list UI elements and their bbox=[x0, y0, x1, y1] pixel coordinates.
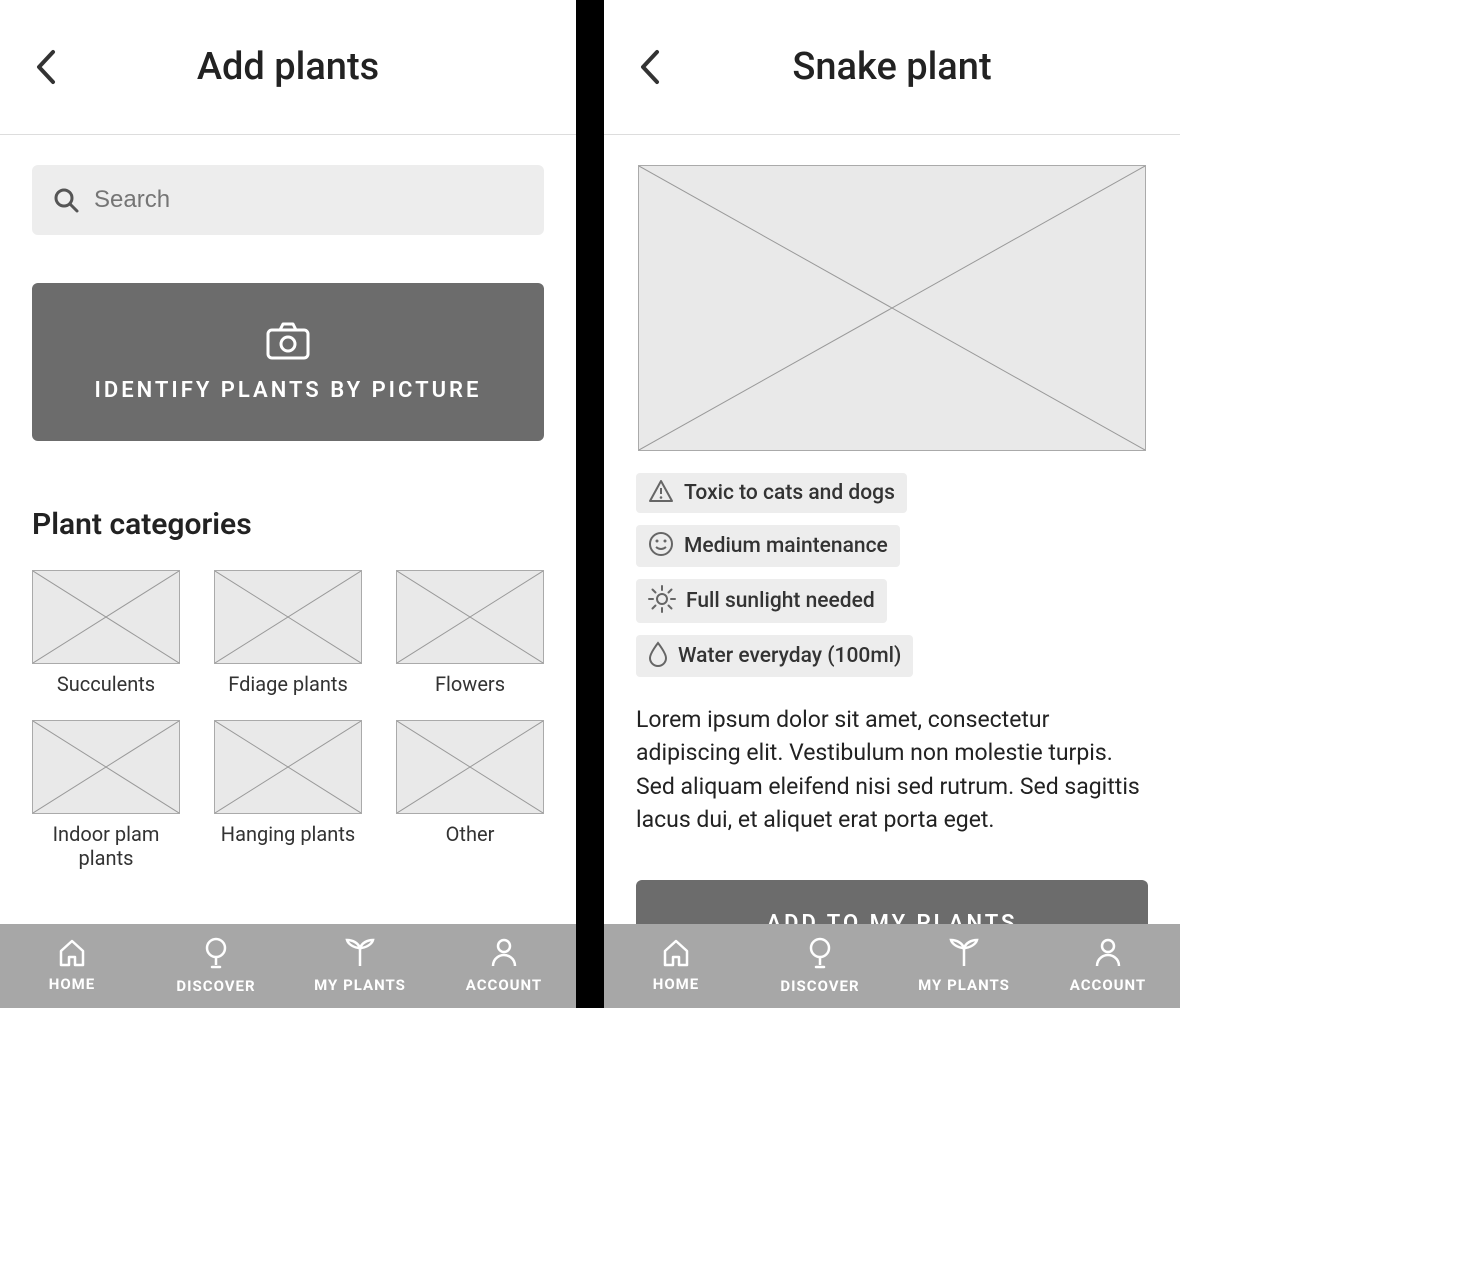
droplet-icon bbox=[648, 641, 668, 671]
chevron-left-icon bbox=[33, 48, 59, 86]
nav-item-home[interactable]: HOME bbox=[604, 924, 748, 1008]
home-icon bbox=[661, 939, 691, 971]
category-label: Indoor plam plants bbox=[32, 822, 180, 870]
back-button[interactable] bbox=[628, 45, 672, 89]
identify-button-label: IDENTIFY PLANTS BY PICTURE bbox=[95, 378, 482, 403]
plant-photo-placeholder bbox=[638, 165, 1146, 451]
categories-grid: Succulents Fdiage plants Flowers Indoor pla… bbox=[32, 570, 544, 870]
search-input[interactable] bbox=[94, 186, 524, 214]
category-item[interactable]: Fdiage plants bbox=[214, 570, 362, 696]
nav-item-my-plants[interactable]: MY PLANTS bbox=[892, 924, 1036, 1008]
nav-label: MY PLANTS bbox=[918, 976, 1010, 994]
header: Snake plant bbox=[604, 0, 1180, 135]
category-image-placeholder bbox=[32, 720, 180, 814]
category-image-placeholder bbox=[396, 720, 544, 814]
category-image-placeholder bbox=[32, 570, 180, 664]
plant-categories-heading: Plant categories bbox=[32, 507, 544, 542]
home-icon bbox=[57, 939, 87, 971]
chip-label: Full sunlight needed bbox=[686, 589, 875, 613]
content: IDENTIFY PLANTS BY PICTURE Plant categor… bbox=[0, 135, 576, 924]
category-label: Fdiage plants bbox=[228, 672, 348, 696]
nav-label: DISCOVER bbox=[176, 977, 255, 995]
person-icon bbox=[1095, 938, 1121, 972]
nav-item-account[interactable]: ACCOUNT bbox=[432, 924, 576, 1008]
chip-label: Toxic to cats and dogs bbox=[684, 481, 895, 505]
camera-icon bbox=[266, 322, 310, 360]
nav-item-discover[interactable]: DISCOVER bbox=[748, 924, 892, 1008]
smile-icon bbox=[648, 531, 674, 561]
category-image-placeholder bbox=[396, 570, 544, 664]
nav-label: HOME bbox=[49, 975, 96, 993]
category-item[interactable]: Hanging plants bbox=[214, 720, 362, 870]
category-label: Flowers bbox=[435, 672, 505, 696]
chevron-left-icon bbox=[637, 48, 663, 86]
screen-add-plants: Add plants IDENTIFY PLANTS BY PICTURE Pl… bbox=[0, 0, 576, 1008]
nav-label: HOME bbox=[653, 975, 700, 993]
info-chips: Toxic to cats and dogs Medium maintenance… bbox=[636, 473, 1148, 677]
category-image-placeholder bbox=[214, 720, 362, 814]
sun-icon bbox=[648, 585, 676, 617]
identify-by-picture-button[interactable]: IDENTIFY PLANTS BY PICTURE bbox=[32, 283, 544, 441]
header: Add plants bbox=[0, 0, 576, 135]
plant-description: Lorem ipsum dolor sit amet, consectetur … bbox=[636, 703, 1148, 836]
sprout-icon bbox=[947, 938, 981, 972]
category-item[interactable]: Other bbox=[396, 720, 544, 870]
category-image-placeholder bbox=[214, 570, 362, 664]
person-icon bbox=[491, 938, 517, 972]
nav-label: MY PLANTS bbox=[314, 976, 406, 994]
category-item[interactable]: Indoor plam plants bbox=[32, 720, 180, 870]
nav-label: ACCOUNT bbox=[1070, 976, 1146, 994]
bulb-icon bbox=[204, 937, 228, 973]
sprout-icon bbox=[343, 938, 377, 972]
info-chip: Medium maintenance bbox=[636, 525, 900, 567]
chip-label: Water everyday (100ml) bbox=[678, 644, 901, 668]
category-item[interactable]: Succulents bbox=[32, 570, 180, 696]
search-bar[interactable] bbox=[32, 165, 544, 235]
chip-label: Medium maintenance bbox=[684, 534, 888, 558]
warning-icon bbox=[648, 479, 674, 507]
screen-plant-detail: Snake plant Toxic to cats and dogs Medium… bbox=[604, 0, 1180, 1008]
category-item[interactable]: Flowers bbox=[396, 570, 544, 696]
page-title: Snake plant bbox=[604, 45, 1180, 89]
page-title: Add plants bbox=[0, 45, 576, 89]
nav-label: DISCOVER bbox=[780, 977, 859, 995]
add-to-my-plants-button[interactable]: ADD TO MY PLANTS bbox=[636, 880, 1148, 924]
back-button[interactable] bbox=[24, 45, 68, 89]
nav-label: ACCOUNT bbox=[466, 976, 542, 994]
nav-item-account[interactable]: ACCOUNT bbox=[1036, 924, 1180, 1008]
nav-item-discover[interactable]: DISCOVER bbox=[144, 924, 288, 1008]
bottom-nav: HOME DISCOVER MY PLANTS ACCOUNT bbox=[0, 924, 576, 1008]
info-chip: Toxic to cats and dogs bbox=[636, 473, 907, 513]
add-button-label: ADD TO MY PLANTS bbox=[766, 911, 1017, 924]
nav-item-my-plants[interactable]: MY PLANTS bbox=[288, 924, 432, 1008]
info-chip: Water everyday (100ml) bbox=[636, 635, 913, 677]
content: Toxic to cats and dogs Medium maintenance… bbox=[604, 135, 1180, 924]
category-label: Other bbox=[446, 822, 495, 846]
search-icon bbox=[52, 186, 80, 214]
info-chip: Full sunlight needed bbox=[636, 579, 887, 623]
nav-item-home[interactable]: HOME bbox=[0, 924, 144, 1008]
bulb-icon bbox=[808, 937, 832, 973]
category-label: Hanging plants bbox=[221, 822, 355, 846]
bottom-nav: HOME DISCOVER MY PLANTS ACCOUNT bbox=[604, 924, 1180, 1008]
category-label: Succulents bbox=[57, 672, 155, 696]
